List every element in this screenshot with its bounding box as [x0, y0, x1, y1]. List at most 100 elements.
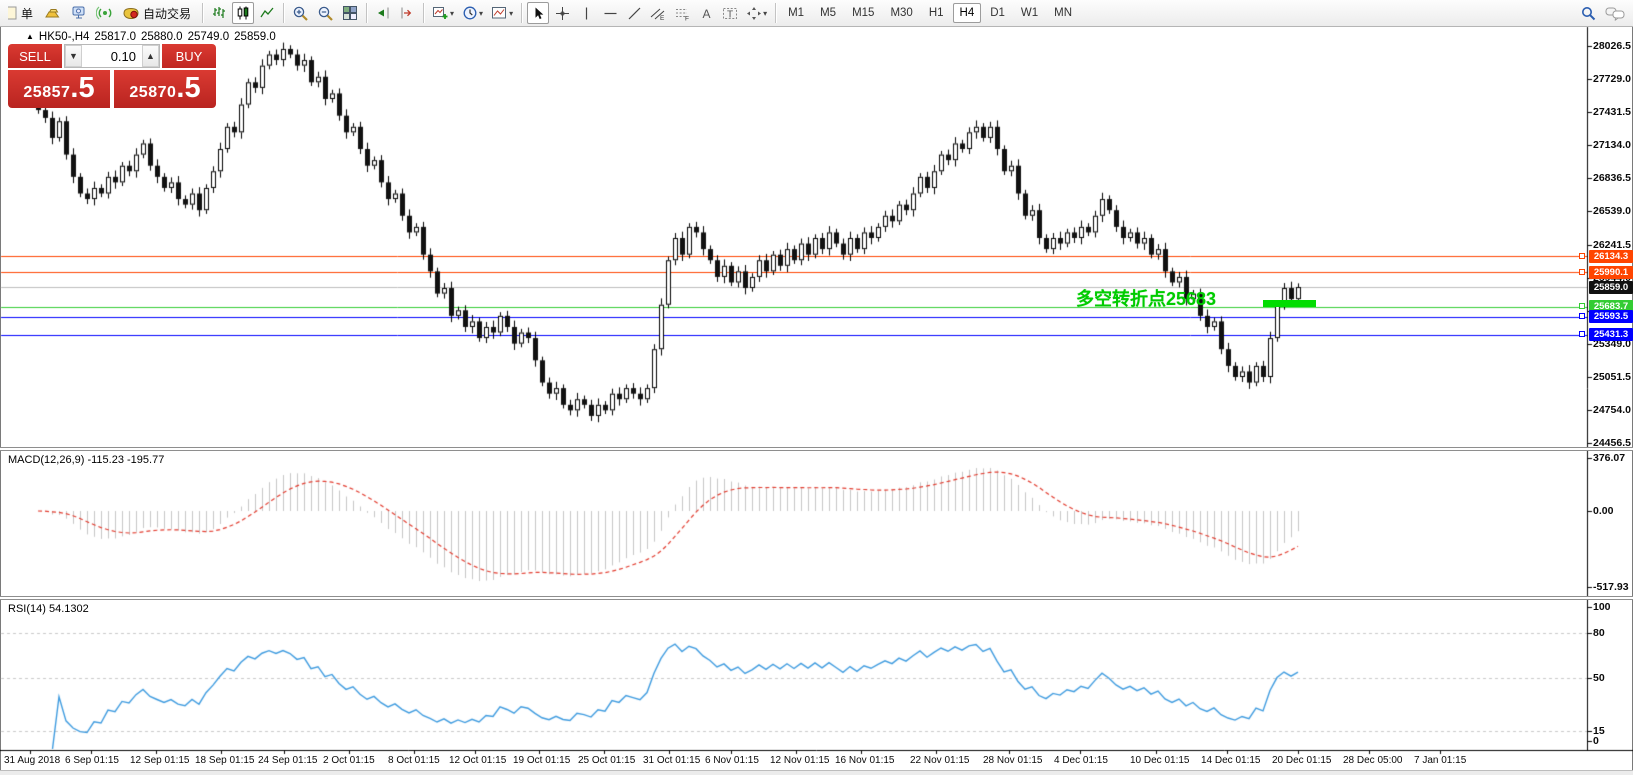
- zoom-out-button[interactable]: [314, 2, 337, 24]
- time-axis-label: 12 Oct 01:15: [449, 755, 506, 766]
- collapse-panel-arrow[interactable]: ▲: [26, 32, 34, 41]
- timeframe-w1-button[interactable]: W1: [1014, 3, 1045, 23]
- cursor-tool-button[interactable]: [527, 2, 549, 24]
- text-tool-button[interactable]: A: [695, 2, 717, 24]
- timeframe-d1-button[interactable]: D1: [983, 3, 1012, 23]
- symbol-period-label: HK50-,H4: [39, 31, 90, 43]
- time-axis-label: 25 Oct 01:15: [578, 755, 635, 766]
- rsi-axis-label: 0: [1593, 735, 1599, 747]
- line-handle[interactable]: [1579, 331, 1585, 337]
- chat-icon: [1605, 5, 1625, 21]
- tile-windows-button[interactable]: [339, 2, 361, 24]
- sell-price-int: 25857: [23, 84, 70, 102]
- line-chart-mode-button[interactable]: [256, 2, 278, 24]
- time-axis-label: 18 Sep 01:15: [195, 755, 255, 766]
- timeframe-m15-button[interactable]: M15: [845, 3, 881, 23]
- toolbar-separator: [775, 3, 776, 23]
- ohlc-low: 25749.0: [188, 31, 230, 43]
- volume-increase-button[interactable]: ▲: [142, 45, 159, 67]
- toolbar-separator: [366, 3, 367, 23]
- trendline-tool-button[interactable]: [623, 2, 645, 24]
- pane-splitter[interactable]: [0, 447, 1633, 451]
- timeframe-m30-button[interactable]: M30: [883, 3, 919, 23]
- line-handle[interactable]: [1579, 303, 1585, 309]
- buy-button[interactable]: BUY: [162, 44, 216, 68]
- timeframes-menu-button[interactable]: ▾: [459, 2, 486, 24]
- timeframe-group: M1M5M15M30H1H4D1W1MN: [780, 3, 1080, 23]
- channel-tool-button[interactable]: E: [647, 2, 669, 24]
- autotrading-button[interactable]: 自动交易: [119, 2, 197, 24]
- price-axis-label: 28026.5: [1593, 40, 1631, 52]
- crosshair-tool-button[interactable]: [551, 2, 573, 24]
- chat-button[interactable]: [1602, 2, 1628, 24]
- time-axis-label: 22 Nov 01:15: [910, 755, 970, 766]
- volume-decrease-button[interactable]: ▼: [65, 45, 82, 67]
- timeframe-h4-button[interactable]: H4: [953, 3, 982, 23]
- text-label-tool-button[interactable]: T: [719, 2, 741, 24]
- time-axis-label: 28 Nov 01:15: [983, 755, 1043, 766]
- auto-scroll-button[interactable]: [372, 2, 394, 24]
- price-axis-label: 25051.5: [1593, 371, 1631, 383]
- svg-text:T: T: [727, 9, 733, 20]
- price-line-badge[interactable]: 25431.3: [1589, 328, 1633, 341]
- timeframe-m5-button[interactable]: M5: [813, 3, 843, 23]
- turning-point-marker-bar[interactable]: [1263, 300, 1316, 307]
- time-axis-label: 16 Nov 01:15: [835, 755, 895, 766]
- toolbar-separator: [202, 3, 203, 23]
- price-axis-label: 26836.5: [1593, 172, 1631, 184]
- status-bar: [0, 770, 1633, 775]
- time-axis-label: 28 Dec 05:00: [1343, 755, 1403, 766]
- expert-advisor-icon[interactable]: [67, 2, 91, 24]
- macd-axis-label: -517.93: [1593, 581, 1629, 593]
- pane-splitter[interactable]: [0, 596, 1633, 600]
- new-order-icon: [8, 6, 18, 20]
- sell-button[interactable]: SELL: [8, 44, 62, 68]
- price-axis-label: 27134.0: [1593, 139, 1631, 151]
- new-order-button[interactable]: 单: [5, 2, 39, 24]
- templates-button[interactable]: ▾: [488, 2, 516, 24]
- indicators-dropdown-caret: ▾: [450, 9, 454, 18]
- zoom-in-button[interactable]: [289, 2, 312, 24]
- turning-point-annotation[interactable]: 多空转折点25683: [1076, 285, 1216, 311]
- sell-price-button[interactable]: 25857 .5: [8, 70, 110, 108]
- line-handle[interactable]: [1579, 313, 1585, 319]
- time-axis-label: 10 Dec 01:15: [1130, 755, 1190, 766]
- signal-icon[interactable]: [93, 2, 117, 24]
- timeframe-m1-button[interactable]: M1: [781, 3, 811, 23]
- macd-axis-label: 0.00: [1593, 505, 1613, 517]
- horizontal-line-tool-button[interactable]: [599, 2, 621, 24]
- search-button[interactable]: [1577, 2, 1600, 24]
- bar-chart-mode-button[interactable]: [208, 2, 230, 24]
- new-order-label: 单: [18, 5, 36, 22]
- price-line-badge[interactable]: 25859.0: [1589, 281, 1633, 294]
- indicators-button[interactable]: ▾: [429, 2, 457, 24]
- chart-shift-button[interactable]: [396, 2, 418, 24]
- line-handle[interactable]: [1579, 253, 1585, 259]
- timeframe-h1-button[interactable]: H1: [922, 3, 951, 23]
- rsi-axis-label: 50: [1593, 672, 1605, 684]
- price-line-badge[interactable]: 25990.1: [1589, 266, 1633, 279]
- time-axis-label: 8 Oct 01:15: [388, 755, 440, 766]
- toolbar-separator: [521, 3, 522, 23]
- toolbar-right-group: [1576, 2, 1629, 24]
- buy-price-button[interactable]: 25870 .5: [114, 70, 216, 108]
- gold-bar-icon[interactable]: [41, 2, 65, 24]
- arrows-tool-button[interactable]: ▾: [743, 2, 770, 24]
- time-axis-label: 19 Oct 01:15: [513, 755, 570, 766]
- volume-input[interactable]: 0.10: [82, 45, 142, 67]
- trading-terminal-window: 单 自动交易: [0, 0, 1633, 775]
- chart-canvas[interactable]: [0, 0, 1633, 775]
- sell-price-frac: .5: [70, 74, 94, 102]
- price-axis-label: 27431.5: [1593, 106, 1631, 118]
- vertical-line-tool-button[interactable]: [575, 2, 597, 24]
- svg-text:F: F: [685, 15, 689, 21]
- time-axis-label: 2 Oct 01:15: [323, 755, 375, 766]
- timeframes-dropdown-caret: ▾: [479, 9, 483, 18]
- fibonacci-tool-button[interactable]: F: [671, 2, 693, 24]
- price-line-badge[interactable]: 25593.5: [1589, 310, 1633, 323]
- price-axis-label: 26241.5: [1593, 239, 1631, 251]
- price-line-badge[interactable]: 26134.3: [1589, 250, 1633, 263]
- timeframe-mn-button[interactable]: MN: [1047, 3, 1079, 23]
- candlestick-mode-button[interactable]: [232, 2, 254, 24]
- line-handle[interactable]: [1579, 269, 1585, 275]
